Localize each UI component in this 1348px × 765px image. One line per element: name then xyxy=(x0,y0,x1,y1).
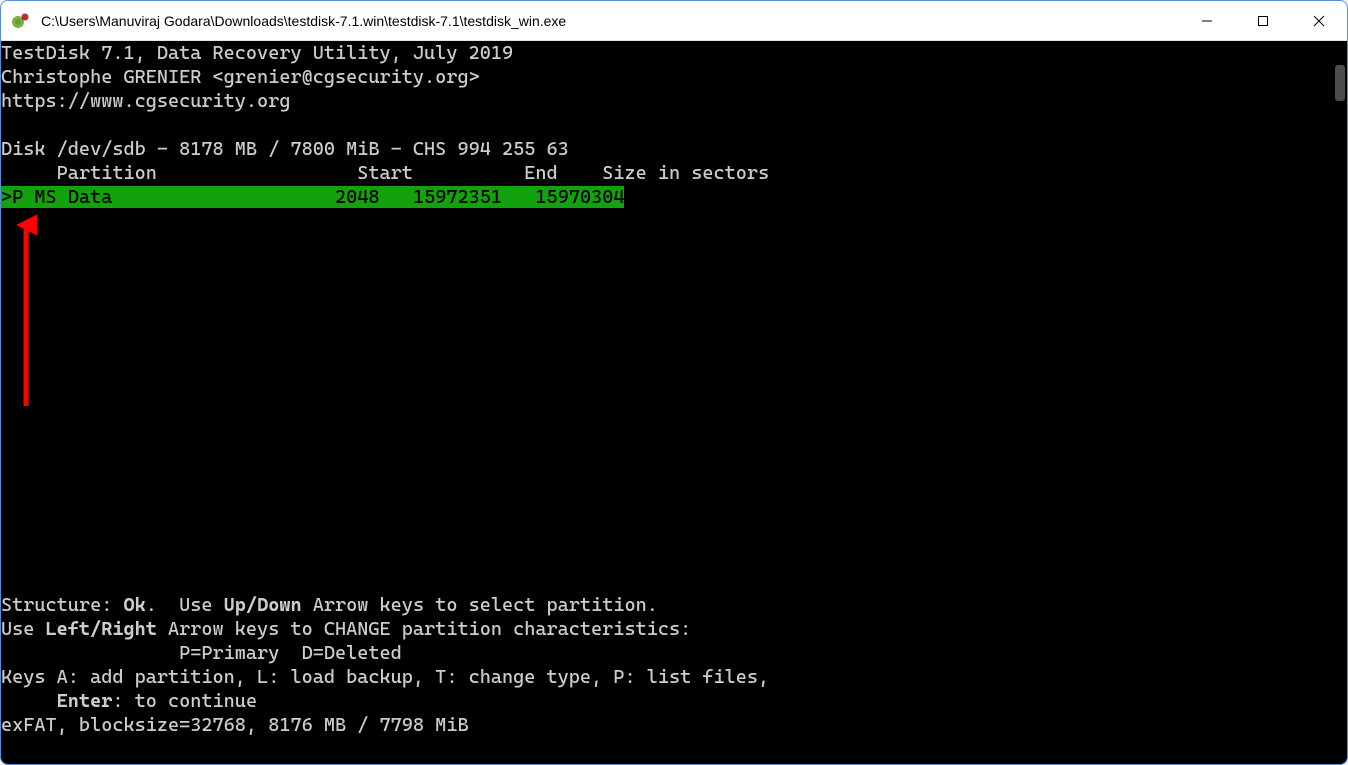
titlebar: C:\Users\Manuviraj Godara\Downloads\test… xyxy=(1,1,1347,41)
close-button[interactable] xyxy=(1291,1,1347,40)
header-line-2: Christophe GRENIER <grenier@cgsecurity.o… xyxy=(1,66,480,88)
header-line-1: TestDisk 7.1, Data Recovery Utility, Jul… xyxy=(1,42,513,64)
scrollbar-thumb[interactable] xyxy=(1335,65,1345,101)
window-controls xyxy=(1179,1,1347,40)
structure-line: Structure: Ok. Use Up/Down Arrow keys to… xyxy=(1,594,658,616)
console-output: TestDisk 7.1, Data Recovery Utility, Jul… xyxy=(1,41,1347,764)
header-line-3: https://www.cgsecurity.org xyxy=(1,90,290,112)
legend-line: P=Primary D=Deleted xyxy=(1,642,402,664)
minimize-button[interactable] xyxy=(1179,1,1235,40)
fs-line: exFAT, blocksize=32768, 8176 MB / 7798 M… xyxy=(1,714,469,736)
console-area[interactable]: TestDisk 7.1, Data Recovery Utility, Jul… xyxy=(1,41,1347,764)
keys-line: Keys A: add partition, L: load backup, T… xyxy=(1,666,769,688)
disk-info-line: Disk /dev/sdb - 8178 MB / 7800 MiB - CHS… xyxy=(1,138,569,160)
vertical-scrollbar[interactable] xyxy=(1331,41,1347,764)
leftright-line: Use Left/Right Arrow keys to CHANGE part… xyxy=(1,618,691,640)
table-header: Partition Start End Size in sectors xyxy=(1,162,769,184)
enter-line: Enter: to continue xyxy=(1,690,257,712)
partition-row-selected[interactable]: >P MS Data 2048 15972351 15970304 xyxy=(1,186,624,208)
app-icon xyxy=(11,11,31,31)
maximize-button[interactable] xyxy=(1235,1,1291,40)
window-title: C:\Users\Manuviraj Godara\Downloads\test… xyxy=(41,13,1179,29)
app-window: C:\Users\Manuviraj Godara\Downloads\test… xyxy=(0,0,1348,765)
